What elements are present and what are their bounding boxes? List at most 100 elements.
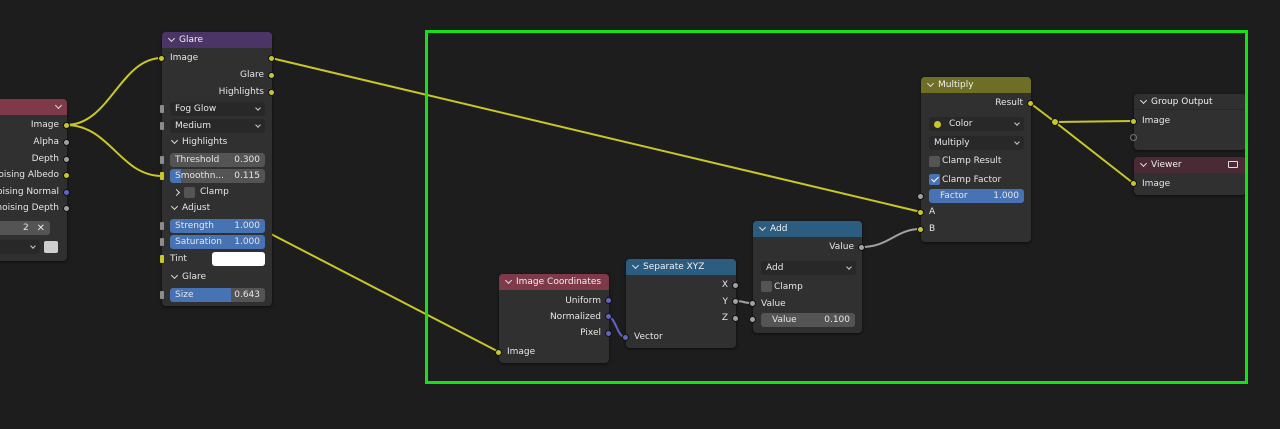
add-output-label: Value <box>829 242 854 252</box>
add-value-label: Value <box>772 315 797 325</box>
chevron-down-icon <box>170 136 179 145</box>
multiply-a-socket[interactable] <box>917 209 924 216</box>
viewer-node[interactable]: Viewer Image <box>1134 157 1246 195</box>
layer-select-dropdown[interactable] <box>0 240 40 254</box>
tint-socket[interactable] <box>160 255 164 263</box>
link-multiply-result-to-outputs <box>1029 102 1056 123</box>
multiply-factor-socket[interactable] <box>917 193 924 200</box>
coords-uniform-label: Uniform <box>565 296 601 306</box>
render-layers-node[interactable]: Image Alpha Depth noising Albedo noising… <box>0 99 67 261</box>
group-output-image-label: Image <box>1142 116 1171 126</box>
add-output-socket[interactable] <box>858 244 865 251</box>
render-alpha-socket[interactable] <box>63 139 70 146</box>
operation-dropdown[interactable]: Add <box>761 261 856 275</box>
group-output-header[interactable]: Group Output <box>1134 94 1246 110</box>
coords-pixel-socket[interactable] <box>605 330 612 337</box>
glare-output-glare-socket[interactable] <box>268 72 275 79</box>
sepxyz-z-socket[interactable] <box>732 315 739 322</box>
chevron-down-icon[interactable] <box>1139 96 1148 104</box>
strength-socket[interactable] <box>160 222 164 230</box>
highlights-panel-header[interactable]: Highlights <box>170 135 228 149</box>
add-node[interactable]: Add Value Add Clamp Value Value 0.100 <box>753 221 862 333</box>
group-output-image-socket[interactable] <box>1130 118 1137 125</box>
size-field[interactable]: Size 0.643 <box>170 288 265 302</box>
add-value-field[interactable]: Value 0.100 <box>761 313 855 327</box>
smoothness-field[interactable]: Smoothn... 0.115 <box>170 169 265 183</box>
multiply-b-socket[interactable] <box>917 226 924 233</box>
sepxyz-y-socket[interactable] <box>732 298 739 305</box>
multiply-node[interactable]: Multiply Result Color Multiply Clamp Res… <box>921 77 1031 242</box>
sepxyz-vector-socket[interactable] <box>622 334 629 341</box>
monitor-icon[interactable] <box>1228 161 1238 168</box>
glare-input-image-socket[interactable] <box>158 55 165 62</box>
threshold-socket[interactable] <box>160 156 164 164</box>
chevron-right-icon[interactable] <box>172 188 181 196</box>
add-clamp-checkbox[interactable] <box>761 281 772 292</box>
glare-node[interactable]: Glare Image Glare Highlights Fog Glow Me… <box>160 32 272 306</box>
glare-output-highlights-socket[interactable] <box>268 89 275 96</box>
saturation-field[interactable]: Saturation 1.000 <box>170 235 265 249</box>
highlights-panel-title: Highlights <box>182 137 228 147</box>
strength-field[interactable]: Strength 1.000 <box>170 219 265 233</box>
chevron-down-icon[interactable] <box>167 34 176 43</box>
data-type-dropdown[interactable]: Color <box>929 117 1024 131</box>
viewer-image-socket[interactable] <box>1130 180 1137 187</box>
factor-value: 1.000 <box>993 191 1019 201</box>
chevron-down-icon[interactable] <box>926 79 935 88</box>
clamp-result-checkbox[interactable] <box>929 156 940 167</box>
glare-output-image-socket[interactable] <box>268 55 275 62</box>
add-input-value-socket[interactable] <box>749 300 756 307</box>
render-normal-socket[interactable] <box>63 189 70 196</box>
reroute-node <box>1051 118 1059 126</box>
render-depth-socket[interactable] <box>63 156 70 163</box>
clamp-factor-checkbox[interactable] <box>929 174 940 185</box>
saturation-label: Saturation <box>175 237 222 247</box>
coords-image-socket[interactable] <box>495 349 502 356</box>
glare-quality-dropdown[interactable]: Medium <box>170 119 265 133</box>
render-image-socket[interactable] <box>63 122 70 129</box>
saturation-socket[interactable] <box>160 238 164 246</box>
close-icon[interactable]: ✕ <box>37 223 45 234</box>
layer-index-field[interactable]: 2 ✕ <box>0 221 50 235</box>
chevron-down-icon[interactable] <box>504 276 513 285</box>
separate-xyz-header[interactable]: Separate XYZ <box>626 259 736 275</box>
group-output-empty-socket[interactable] <box>1130 134 1137 141</box>
glare-type-socket[interactable] <box>160 105 164 113</box>
chevron-down-icon <box>170 271 179 280</box>
render-layers-header[interactable] <box>0 99 67 115</box>
factor-field[interactable]: Factor 1.000 <box>929 189 1024 203</box>
viewer-header[interactable]: Viewer <box>1134 157 1246 173</box>
coords-uniform-socket[interactable] <box>605 297 612 304</box>
tint-color-swatch[interactable] <box>212 252 265 266</box>
add-header[interactable]: Add <box>753 221 862 237</box>
glare-quality-socket[interactable] <box>160 122 164 130</box>
glare-header[interactable]: Glare <box>162 32 272 48</box>
chevron-down-icon[interactable] <box>631 261 640 270</box>
browse-folder-icon[interactable] <box>44 241 58 253</box>
separate-xyz-node[interactable]: Separate XYZ X Y Z Vector <box>626 259 736 348</box>
chevron-down-icon[interactable] <box>54 101 63 110</box>
render-albedo-socket[interactable] <box>63 172 70 179</box>
smoothness-socket[interactable] <box>160 172 164 180</box>
sepxyz-x-socket[interactable] <box>732 282 739 289</box>
glare-type-dropdown[interactable]: Fog Glow <box>170 102 265 116</box>
adjust-panel-header[interactable]: Adjust <box>170 201 210 215</box>
factor-label: Factor <box>940 191 968 201</box>
glare-panel-header[interactable]: Glare <box>170 270 206 284</box>
size-socket[interactable] <box>160 291 164 299</box>
add-value-socket[interactable] <box>749 316 756 323</box>
smoothness-label: Smoothn... <box>175 171 225 181</box>
group-output-node[interactable]: Group Output Image <box>1134 94 1246 150</box>
chevron-down-icon[interactable] <box>758 223 767 232</box>
multiply-result-socket[interactable] <box>1027 100 1034 107</box>
image-coordinates-header[interactable]: Image Coordinates <box>499 274 609 290</box>
multiply-header[interactable]: Multiply <box>921 77 1031 93</box>
chevron-down-icon[interactable] <box>1139 159 1148 168</box>
image-coordinates-node[interactable]: Image Coordinates Uniform Normalized Pix… <box>499 274 609 363</box>
blend-mode-dropdown[interactable]: Multiply <box>929 136 1024 150</box>
clamp-checkbox[interactable] <box>184 187 195 198</box>
glare-type-value: Fog Glow <box>175 104 217 114</box>
threshold-field[interactable]: Threshold 0.300 <box>170 153 265 167</box>
coords-normalized-socket[interactable] <box>605 313 612 320</box>
render-dn-depth-socket[interactable] <box>63 205 70 212</box>
